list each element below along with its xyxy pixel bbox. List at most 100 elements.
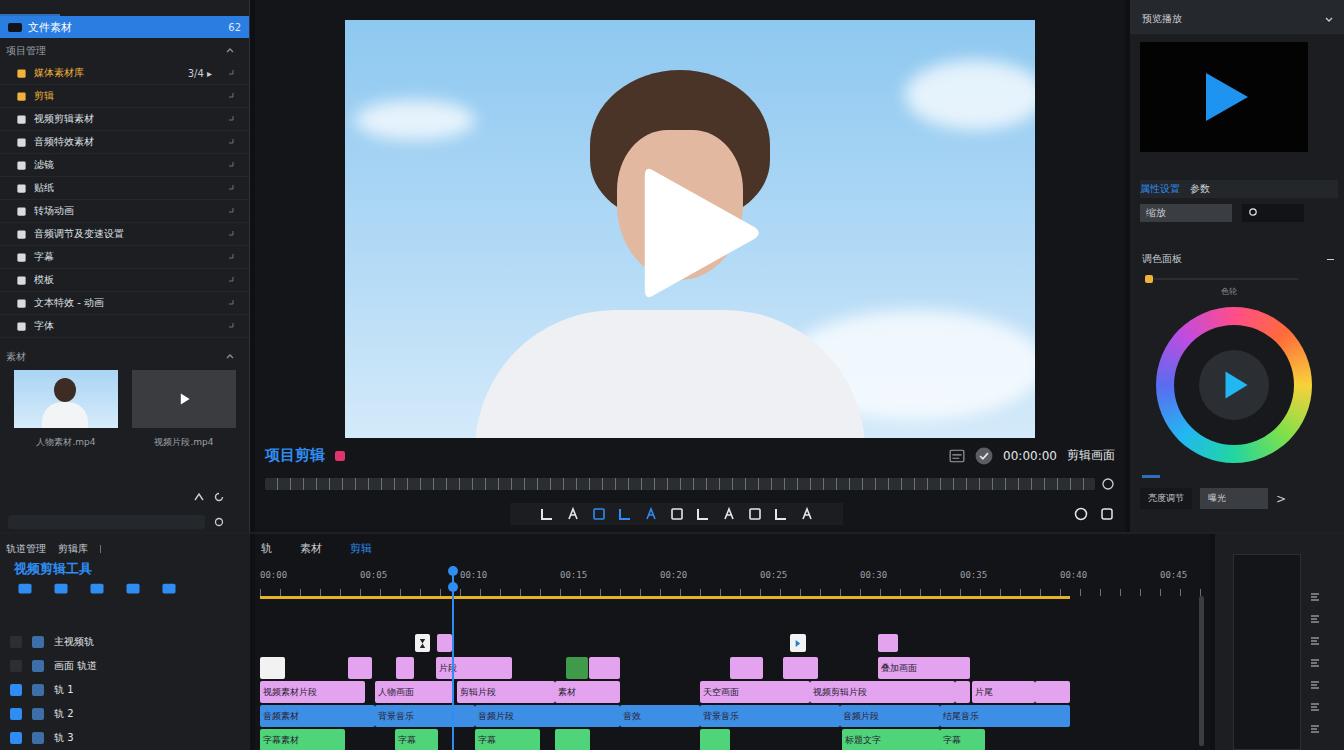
- clip[interactable]: [555, 729, 590, 750]
- asset-item[interactable]: 模板: [0, 269, 249, 292]
- mask-icon[interactable]: [695, 506, 711, 522]
- asset-item[interactable]: 字幕: [0, 246, 249, 269]
- asset-tab[interactable]: 文件素材 62: [0, 16, 249, 38]
- clip[interactable]: [348, 657, 372, 679]
- preview-scrubber[interactable]: [265, 478, 1095, 490]
- clip[interactable]: 背景音乐: [700, 705, 840, 727]
- text-icon[interactable]: [617, 506, 633, 522]
- filter-icon[interactable]: [773, 506, 789, 522]
- more-icon[interactable]: [1309, 724, 1321, 734]
- clip[interactable]: [730, 657, 763, 679]
- timeline-tab[interactable]: 剪辑: [350, 541, 372, 556]
- clip[interactable]: [700, 729, 730, 750]
- asset-item[interactable]: 文本特效 - 动画: [0, 292, 249, 315]
- check-icon[interactable]: [975, 447, 993, 465]
- clip[interactable]: [260, 657, 285, 679]
- track-toggle-icon[interactable]: [10, 660, 22, 672]
- asset-search[interactable]: [8, 515, 205, 529]
- asset-item[interactable]: 贴纸: [0, 177, 249, 200]
- color-header[interactable]: 调色面板: [1130, 240, 1344, 274]
- reset-button[interactable]: [1242, 204, 1304, 222]
- playhead[interactable]: [452, 566, 454, 750]
- track-toggle-icon[interactable]: [10, 732, 22, 744]
- clip[interactable]: 音频片段: [475, 705, 620, 727]
- trim-icon[interactable]: [591, 506, 607, 522]
- timeline-tab[interactable]: 素材: [300, 541, 322, 556]
- track-toggle-icon[interactable]: [10, 684, 22, 696]
- more-button[interactable]: >: [1276, 492, 1286, 506]
- mini-preview[interactable]: [1140, 42, 1308, 152]
- clip[interactable]: [437, 634, 452, 652]
- asset-item[interactable]: 音频调节及变速设置: [0, 223, 249, 246]
- clip[interactable]: 背景音乐: [375, 705, 475, 727]
- crop-icon[interactable]: [539, 506, 555, 522]
- time-ruler[interactable]: 00:0000:0500:1000:1500:2000:2500:3000:35…: [255, 562, 1210, 596]
- folder-icon[interactable]: [52, 582, 70, 595]
- track-header[interactable]: 轨 3: [0, 726, 250, 750]
- clip[interactable]: 人物画面: [375, 681, 453, 703]
- asset-item[interactable]: 转场动画: [0, 200, 249, 223]
- clip[interactable]: 标题文字: [842, 729, 940, 750]
- track-toggle-icon[interactable]: [10, 636, 22, 648]
- track-header[interactable]: 画面 轨道: [0, 654, 250, 678]
- import-icon[interactable]: [193, 491, 205, 503]
- clip[interactable]: 片尾: [972, 681, 1035, 703]
- clip[interactable]: [396, 657, 414, 679]
- add-icon[interactable]: [16, 582, 34, 595]
- lock-icon[interactable]: [1309, 680, 1321, 690]
- track-header[interactable]: 主视频轨: [0, 630, 250, 654]
- link-icon[interactable]: [124, 582, 142, 595]
- clip[interactable]: 音频片段: [840, 705, 940, 727]
- speed-icon[interactable]: [747, 506, 763, 522]
- clip[interactable]: 字幕: [395, 729, 438, 750]
- color-wheel[interactable]: [1156, 307, 1312, 463]
- zoom-icon[interactable]: [1309, 592, 1321, 602]
- clip[interactable]: [1035, 681, 1070, 703]
- clip[interactable]: 结尾音乐: [940, 705, 1070, 727]
- media-card[interactable]: 人物素材.mp4: [14, 370, 118, 449]
- timeline-tab[interactable]: 轨: [261, 541, 272, 556]
- library-title[interactable]: 剪辑库: [58, 542, 88, 556]
- fullscreen-icon[interactable]: [1073, 506, 1089, 522]
- clip[interactable]: 音频素材: [260, 705, 375, 727]
- flag-icon[interactable]: [721, 506, 737, 522]
- section-header[interactable]: 项目管理: [0, 38, 249, 62]
- loop-icon[interactable]: [1101, 477, 1115, 491]
- media-card[interactable]: 视频片段.mp4: [132, 370, 236, 449]
- clip[interactable]: 字幕素材: [260, 729, 345, 750]
- inspector-header[interactable]: 预览播放: [1130, 0, 1344, 34]
- track-header[interactable]: 轨 2: [0, 702, 250, 726]
- subtitle-icon[interactable]: [949, 449, 965, 463]
- clip[interactable]: 字幕: [940, 729, 985, 750]
- slider-knob[interactable]: [1145, 275, 1153, 283]
- clip[interactable]: 天空画面: [700, 681, 810, 703]
- export-icon[interactable]: [1099, 506, 1115, 522]
- clip[interactable]: [783, 657, 818, 679]
- media-header[interactable]: 素材: [0, 344, 249, 368]
- clip[interactable]: 字幕: [475, 729, 540, 750]
- exposure-tab[interactable]: 曝光: [1200, 488, 1268, 509]
- clip[interactable]: [878, 634, 898, 652]
- layer-icon[interactable]: [643, 506, 659, 522]
- settings-icon[interactable]: [213, 516, 225, 528]
- split-icon[interactable]: [565, 506, 581, 522]
- clip[interactable]: 剪辑片段: [457, 681, 555, 703]
- clip[interactable]: [415, 634, 430, 652]
- clip[interactable]: 视频剪辑片段: [810, 681, 955, 703]
- refresh-icon[interactable]: [213, 491, 225, 503]
- eye-icon[interactable]: [1309, 702, 1321, 712]
- clip[interactable]: [790, 634, 806, 652]
- asset-item[interactable]: 滤镜: [0, 154, 249, 177]
- timeline-scrollbar[interactable]: [1199, 596, 1204, 746]
- track-header[interactable]: 轨 1: [0, 678, 250, 702]
- clip[interactable]: 叠加画面: [878, 657, 970, 679]
- clip[interactable]: 片段: [436, 657, 512, 679]
- asset-item[interactable]: 音频特效素材: [0, 131, 249, 154]
- snap-icon[interactable]: [1309, 614, 1321, 624]
- link-icon[interactable]: [1309, 636, 1321, 646]
- tag-icon[interactable]: [160, 582, 178, 595]
- audio-icon[interactable]: [1309, 658, 1321, 668]
- zoom-button[interactable]: 缩放: [1140, 204, 1232, 222]
- track-toggle-icon[interactable]: [10, 708, 22, 720]
- clip[interactable]: [955, 681, 970, 703]
